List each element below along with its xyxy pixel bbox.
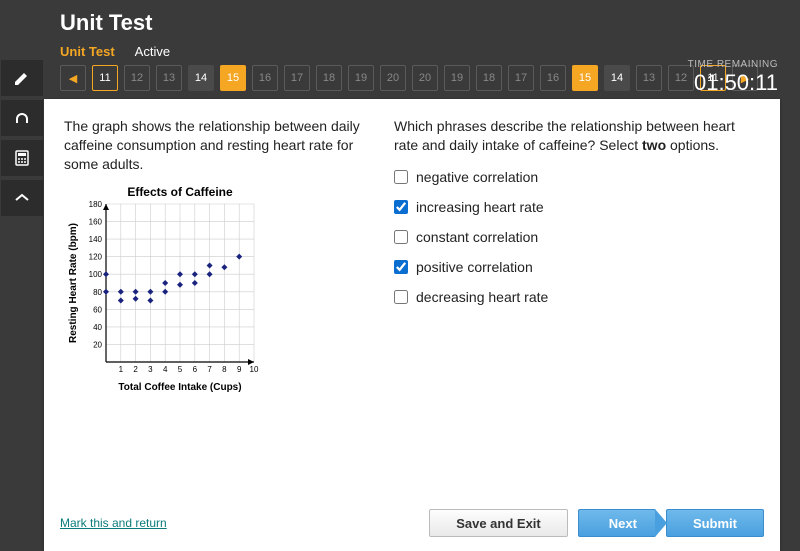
option-label: decreasing heart rate (416, 289, 548, 305)
timer-label: TIME REMAINING (688, 59, 778, 70)
svg-text:20: 20 (93, 340, 102, 349)
page-title: Unit Test (60, 10, 764, 36)
svg-text:5: 5 (178, 365, 183, 374)
page-button-20[interactable]: 20 (412, 65, 438, 91)
calculator-icon (12, 148, 32, 168)
card-footer: Mark this and return Save and Exit Next … (44, 499, 780, 551)
svg-text:Effects of Caffeine: Effects of Caffeine (127, 185, 233, 199)
answer-pane: Which phrases describe the relationship … (394, 117, 760, 481)
mark-return-link[interactable]: Mark this and return (60, 516, 167, 530)
page-button-20[interactable]: 20 (380, 65, 406, 91)
pencil-tool-button[interactable] (1, 60, 43, 96)
svg-text:8: 8 (222, 365, 227, 374)
timer-value: 01:50:11 (688, 70, 778, 96)
state-label: Active (135, 44, 170, 59)
page-button-14[interactable]: 14 (188, 65, 214, 91)
chart: 12 3 4 5 67 8 9 10 20 40 60 80 100 120 140 160 180 Effect… (64, 184, 374, 397)
svg-text:140: 140 (89, 235, 103, 244)
option-row[interactable]: positive correlation (394, 259, 760, 275)
timer: TIME REMAINING 01:50:11 (688, 59, 780, 96)
headphones-tool-button[interactable] (1, 100, 43, 136)
svg-text:160: 160 (89, 217, 103, 226)
page-button-11[interactable]: 11 (92, 65, 118, 91)
stimulus-pane: The graph shows the relationship between… (64, 117, 374, 481)
next-button[interactable]: Next (578, 509, 656, 537)
save-exit-button[interactable]: Save and Exit (429, 509, 568, 537)
svg-text:2: 2 (133, 365, 138, 374)
page-button-14[interactable]: 14 (604, 65, 630, 91)
option-label: increasing heart rate (416, 199, 544, 215)
option-checkbox[interactable] (394, 290, 408, 304)
collapse-tool-button[interactable] (1, 180, 43, 216)
page-button-19[interactable]: 19 (444, 65, 470, 91)
svg-text:1: 1 (119, 365, 124, 374)
page-button-19[interactable]: 19 (348, 65, 374, 91)
page-button-13[interactable]: 13 (636, 65, 662, 91)
svg-text:60: 60 (93, 305, 102, 314)
option-checkbox[interactable] (394, 260, 408, 274)
option-row[interactable]: constant correlation (394, 229, 760, 245)
submit-button[interactable]: Submit (666, 509, 764, 537)
option-row[interactable]: negative correlation (394, 169, 760, 185)
svg-text:120: 120 (89, 252, 103, 261)
svg-text:40: 40 (93, 323, 102, 332)
page-button-16[interactable]: 16 (252, 65, 278, 91)
page-button-17[interactable]: 17 (508, 65, 534, 91)
svg-text:80: 80 (93, 287, 102, 296)
svg-text:180: 180 (89, 200, 103, 209)
page-button-18[interactable]: 18 (476, 65, 502, 91)
headphones-icon (12, 108, 32, 128)
unit-label: Unit Test (60, 44, 115, 59)
page-button-12[interactable]: 12 (124, 65, 150, 91)
header: Unit Test (44, 0, 780, 42)
stimulus-text: The graph shows the relationship between… (64, 117, 374, 174)
option-checkbox[interactable] (394, 170, 408, 184)
svg-text:9: 9 (237, 365, 242, 374)
chevron-up-icon (12, 188, 32, 208)
page-button-16[interactable]: 16 (540, 65, 566, 91)
option-checkbox[interactable] (394, 230, 408, 244)
tool-rail (0, 0, 44, 551)
option-label: negative correlation (416, 169, 538, 185)
svg-text:6: 6 (193, 365, 198, 374)
option-row[interactable]: increasing heart rate (394, 199, 760, 215)
page-button-15[interactable]: 15 (220, 65, 246, 91)
calculator-tool-button[interactable] (1, 140, 43, 176)
prev-page-button[interactable]: ◀ (60, 65, 86, 91)
option-label: positive correlation (416, 259, 533, 275)
svg-text:100: 100 (89, 270, 103, 279)
option-label: constant correlation (416, 229, 538, 245)
page-button-18[interactable]: 18 (316, 65, 342, 91)
page-button-13[interactable]: 13 (156, 65, 182, 91)
svg-text:3: 3 (148, 365, 153, 374)
svg-text:10: 10 (250, 365, 259, 374)
question-text: Which phrases describe the relationship … (394, 117, 760, 155)
svg-text:4: 4 (163, 365, 168, 374)
page-button-15[interactable]: 15 (572, 65, 598, 91)
page-nav: ◀ 11121314151617181920201918171615141312… (44, 65, 780, 99)
page-button-17[interactable]: 17 (284, 65, 310, 91)
svg-text:7: 7 (207, 365, 212, 374)
question-card: The graph shows the relationship between… (44, 99, 780, 551)
option-row[interactable]: decreasing heart rate (394, 289, 760, 305)
pencil-icon (12, 68, 32, 88)
subheader: Unit Test Active (44, 42, 780, 65)
svg-text:Resting Heart Rate (bpm): Resting Heart Rate (bpm) (68, 223, 79, 343)
option-checkbox[interactable] (394, 200, 408, 214)
svg-text:Total Coffee Intake (Cups): Total Coffee Intake (Cups) (118, 382, 241, 393)
